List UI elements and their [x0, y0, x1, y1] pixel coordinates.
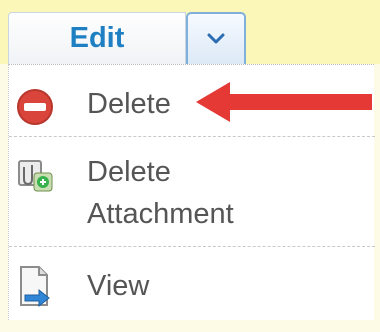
view-document-icon: [15, 265, 55, 317]
chevron-down-icon: [207, 33, 225, 44]
menu-item-delete-attachment[interactable]: Delete Attachment: [9, 137, 375, 247]
menu-item-label: Delete Attachment: [87, 156, 234, 230]
delete-icon: [15, 87, 55, 135]
edit-button-group: Edit: [8, 12, 248, 64]
menu-item-view[interactable]: View: [9, 247, 375, 321]
menu-item-label: Delete: [87, 88, 171, 120]
menu-item-label: View: [87, 270, 150, 302]
delete-attachment-icon: [15, 155, 55, 203]
edit-dropdown-toggle[interactable]: [186, 12, 246, 64]
annotation-arrow: [196, 82, 372, 122]
edit-button[interactable]: Edit: [8, 12, 186, 64]
